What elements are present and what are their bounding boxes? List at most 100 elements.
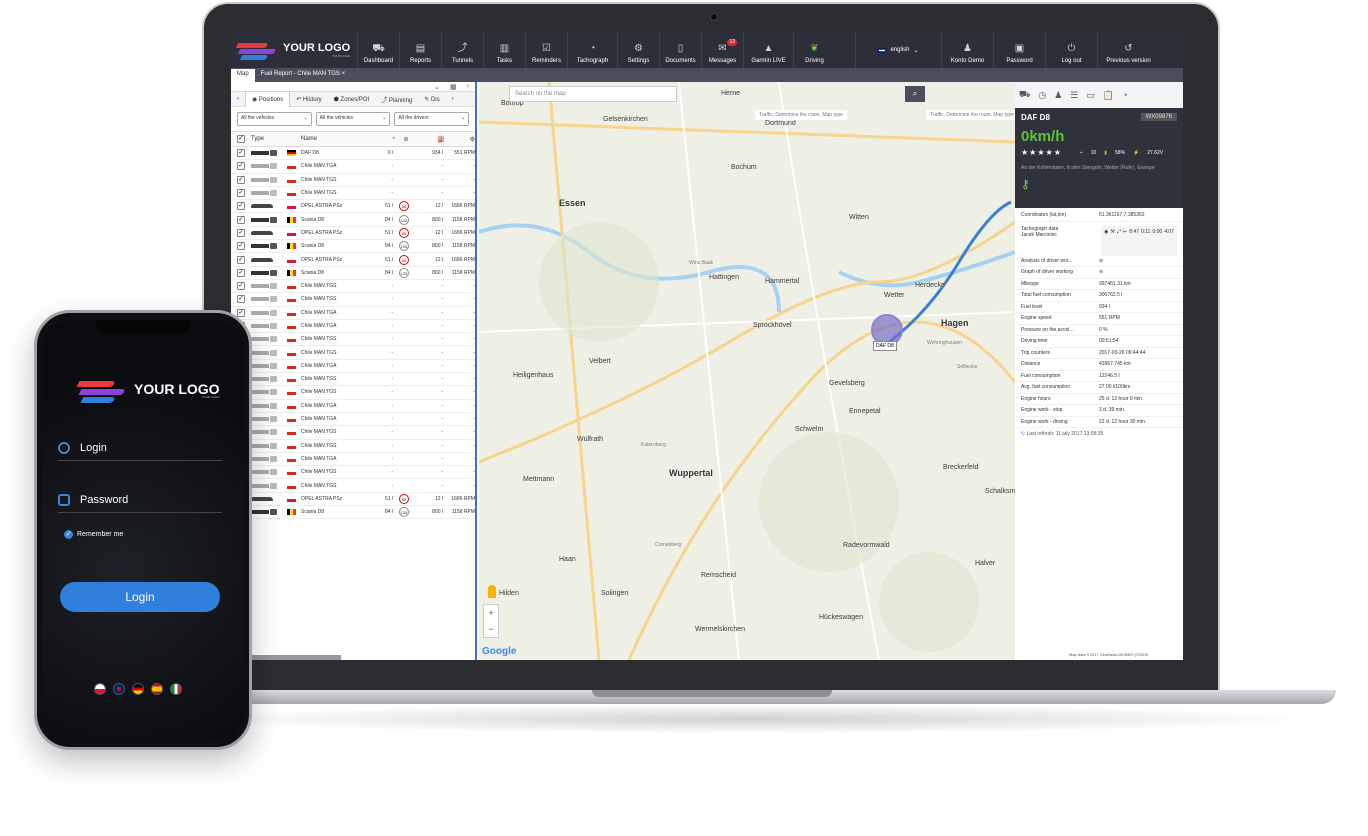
flag-de-icon[interactable]: [132, 683, 144, 695]
table-row[interactable]: ✓Chile MAN TGA---: [231, 307, 475, 320]
clock-icon[interactable]: ◷: [1038, 90, 1046, 101]
subtab-dis[interactable]: ✎ Dis: [418, 96, 445, 103]
flag-it-icon[interactable]: [170, 683, 182, 695]
table-row[interactable]: ✓Chile MAN TGS---: [231, 346, 475, 360]
select-all-checkbox[interactable]: ✓: [237, 135, 245, 143]
col-type[interactable]: Type: [251, 136, 301, 142]
table-row[interactable]: ✓Chile MAN TGA---: [231, 360, 475, 374]
row-checkbox[interactable]: ✓: [237, 162, 245, 171]
nav-log-out[interactable]: ⏻ Log out: [1045, 32, 1097, 68]
clipboard-icon[interactable]: 📋: [1103, 90, 1114, 101]
row-checkbox[interactable]: ✓: [237, 175, 245, 184]
tab-fuel-report[interactable]: Fuel Report - Chile MAN TGS ×: [255, 69, 351, 82]
phone-password-field[interactable]: Password: [58, 494, 222, 513]
table-row[interactable]: ✓Chile MAN TGA---: [231, 160, 475, 174]
nav-tunnels[interactable]: ⤴ Tunnels: [441, 32, 483, 68]
table-row[interactable]: ✓Chile MAN TGS---: [231, 280, 475, 294]
nav-tasks[interactable]: ▥ Tasks: [483, 32, 525, 68]
nav-messages[interactable]: ✉ Messages 12: [701, 32, 743, 68]
nav-driving[interactable]: ❦ Driving: [793, 32, 835, 68]
nav-password[interactable]: ▣ Password: [993, 32, 1045, 68]
zoom-control[interactable]: + −: [483, 604, 499, 638]
map-options-hint[interactable]: Traffic, Determine the route, Map type: [755, 110, 847, 120]
table-row[interactable]: ✓Chile MAN TGS---: [231, 293, 475, 307]
nav-previous-version[interactable]: ↺ Previous version: [1097, 32, 1159, 68]
subtab-zones[interactable]: ⬟ Zones/POI: [328, 96, 376, 103]
nav-tachograph[interactable]: ◔ Tachograph: [567, 32, 617, 68]
table-row[interactable]: ✓ DAF D8 0 l 934 l 551 RPM: [231, 147, 475, 161]
col-name[interactable]: Name: [301, 136, 371, 142]
table-row[interactable]: ✓Scania D884 l120800 l1158 RPM: [231, 240, 475, 254]
row-checkbox[interactable]: ✓: [237, 189, 245, 198]
zoom-out-button[interactable]: −: [484, 621, 498, 637]
pegman-icon[interactable]: [488, 585, 496, 598]
table-row[interactable]: ✓OPEL ASTRA PSz51 l5012 l1686 RPM: [231, 227, 475, 241]
subtab-planning[interactable]: ⤴ Planning: [375, 95, 418, 104]
driver-icon[interactable]: ♟: [1054, 90, 1062, 101]
row-checkbox[interactable]: ✓: [237, 282, 245, 291]
row-checkbox[interactable]: ✓: [237, 215, 245, 224]
language-select[interactable]: english ⌄: [855, 32, 941, 68]
table-row[interactable]: ✓Chile MAN TGS---: [231, 466, 475, 480]
remember-me[interactable]: ✓ Remember me: [64, 530, 123, 539]
driver-filter-select[interactable]: All the drivers ⌄: [394, 112, 470, 126]
table-row[interactable]: ✓Chile MAN TGA---: [231, 413, 475, 427]
tab-map[interactable]: Map: [231, 69, 255, 82]
subtab-next-icon[interactable]: ›: [446, 96, 460, 102]
chevron-down-icon[interactable]: ⌄: [434, 83, 440, 91]
table-row[interactable]: ✓Scania D884 l120800 l1158 RPM: [231, 267, 475, 280]
map-search-input[interactable]: Search on the map: [509, 86, 677, 102]
table-row[interactable]: ✓Scania D884 l120800 l1158 RPM: [231, 213, 475, 227]
phone-login-field[interactable]: Login: [58, 442, 222, 461]
table-row[interactable]: ✓Chile MAN TGS---: [231, 333, 475, 347]
nav-dashboard[interactable]: ⛟ Dashboard: [357, 32, 399, 68]
row-checkbox[interactable]: ✓: [237, 308, 245, 317]
zoom-in-button[interactable]: +: [484, 605, 498, 621]
table-row[interactable]: ✓OPEL ASTRA PSz51 l5012 l1686 RPM: [231, 253, 475, 267]
table-row[interactable]: ✓Chile MAN TGS---: [231, 479, 475, 493]
nav-konto-demo[interactable]: ♟ Konto Demo: [941, 32, 993, 68]
nav-documents[interactable]: ▯ Documents: [659, 32, 701, 68]
table-row[interactable]: ✓Chile MAN TGS---: [231, 386, 475, 400]
collapse-icon[interactable]: ‹: [467, 83, 469, 90]
subtab-positions[interactable]: ◉ Positions: [245, 91, 291, 107]
map-options-hint-2[interactable]: Traffic, Determine the route, Map type: [926, 110, 1018, 120]
map-canvas[interactable]: Bottrop Gelsenkirchen Herne Dortmund Bochum E…: [479, 82, 1015, 660]
row-checkbox[interactable]: ✓: [237, 242, 245, 251]
row-checkbox[interactable]: ✓: [237, 228, 245, 237]
row-checkbox[interactable]: ✓: [237, 202, 245, 211]
table-row[interactable]: ✓Chile MAN TGS---: [231, 440, 475, 453]
brand-logo[interactable]: YOUR LOGO YOUR LOGO: [231, 32, 357, 68]
vehicle-icon[interactable]: ▭: [1086, 90, 1095, 101]
list-icon[interactable]: ☰: [1070, 90, 1078, 101]
table-row[interactable]: ✓Chile MAN TGA---: [231, 453, 475, 467]
table-row[interactable]: ✓OPEL ASTRA PSz51 l5012 l1686 RPM: [231, 493, 475, 507]
table-row[interactable]: ✓Chile MAN TGS---: [231, 187, 475, 201]
row-checkbox[interactable]: ✓: [237, 255, 245, 264]
row-checkbox[interactable]: ✓: [237, 268, 245, 277]
table-row[interactable]: ✓Chile MAN TGA---: [231, 320, 475, 334]
flag-uk-icon[interactable]: [113, 683, 125, 695]
row-checkbox[interactable]: ✓: [237, 149, 245, 158]
table-row[interactable]: ✓Chile MAN TGS---: [231, 174, 475, 187]
search-icon[interactable]: ⌕: [905, 86, 925, 102]
table-row[interactable]: ✓Chile MAN TGA---: [231, 400, 475, 413]
table-row[interactable]: ✓OPEL ASTRA PSz51 l5012 l1686 RPM: [231, 200, 475, 214]
flag-es-icon[interactable]: [151, 683, 163, 695]
subtab-prev-icon[interactable]: ‹: [231, 96, 245, 102]
vehicle-type-filter-select[interactable]: All the vehicles ⌄: [315, 112, 391, 126]
nav-reminders[interactable]: ☑ Reminders: [525, 32, 567, 68]
phone-login-button[interactable]: Login: [60, 582, 220, 612]
nav-settings[interactable]: ⚙ Settings: [617, 32, 659, 68]
flag-pl-icon[interactable]: [94, 683, 106, 695]
nav-garmin-live[interactable]: ▲ Garmin LIVE: [743, 32, 793, 68]
truck-icon[interactable]: ⛟: [1019, 89, 1030, 101]
table-row[interactable]: ✓Chile MAN TGS---: [231, 373, 475, 387]
table-row[interactable]: ✓Scania D884 l120800 l1158 RPM: [231, 506, 475, 520]
subtab-history[interactable]: ↶ History: [290, 96, 327, 103]
remember-checkbox[interactable]: ✓: [64, 530, 73, 539]
grid-icon[interactable]: ▦: [450, 83, 457, 91]
vehicle-filter-select[interactable]: All the vehicles ⌄: [237, 112, 312, 126]
progress-ring-icon[interactable]: ◔: [1122, 90, 1127, 100]
refresh-icon[interactable]: ↻: [1021, 431, 1025, 437]
